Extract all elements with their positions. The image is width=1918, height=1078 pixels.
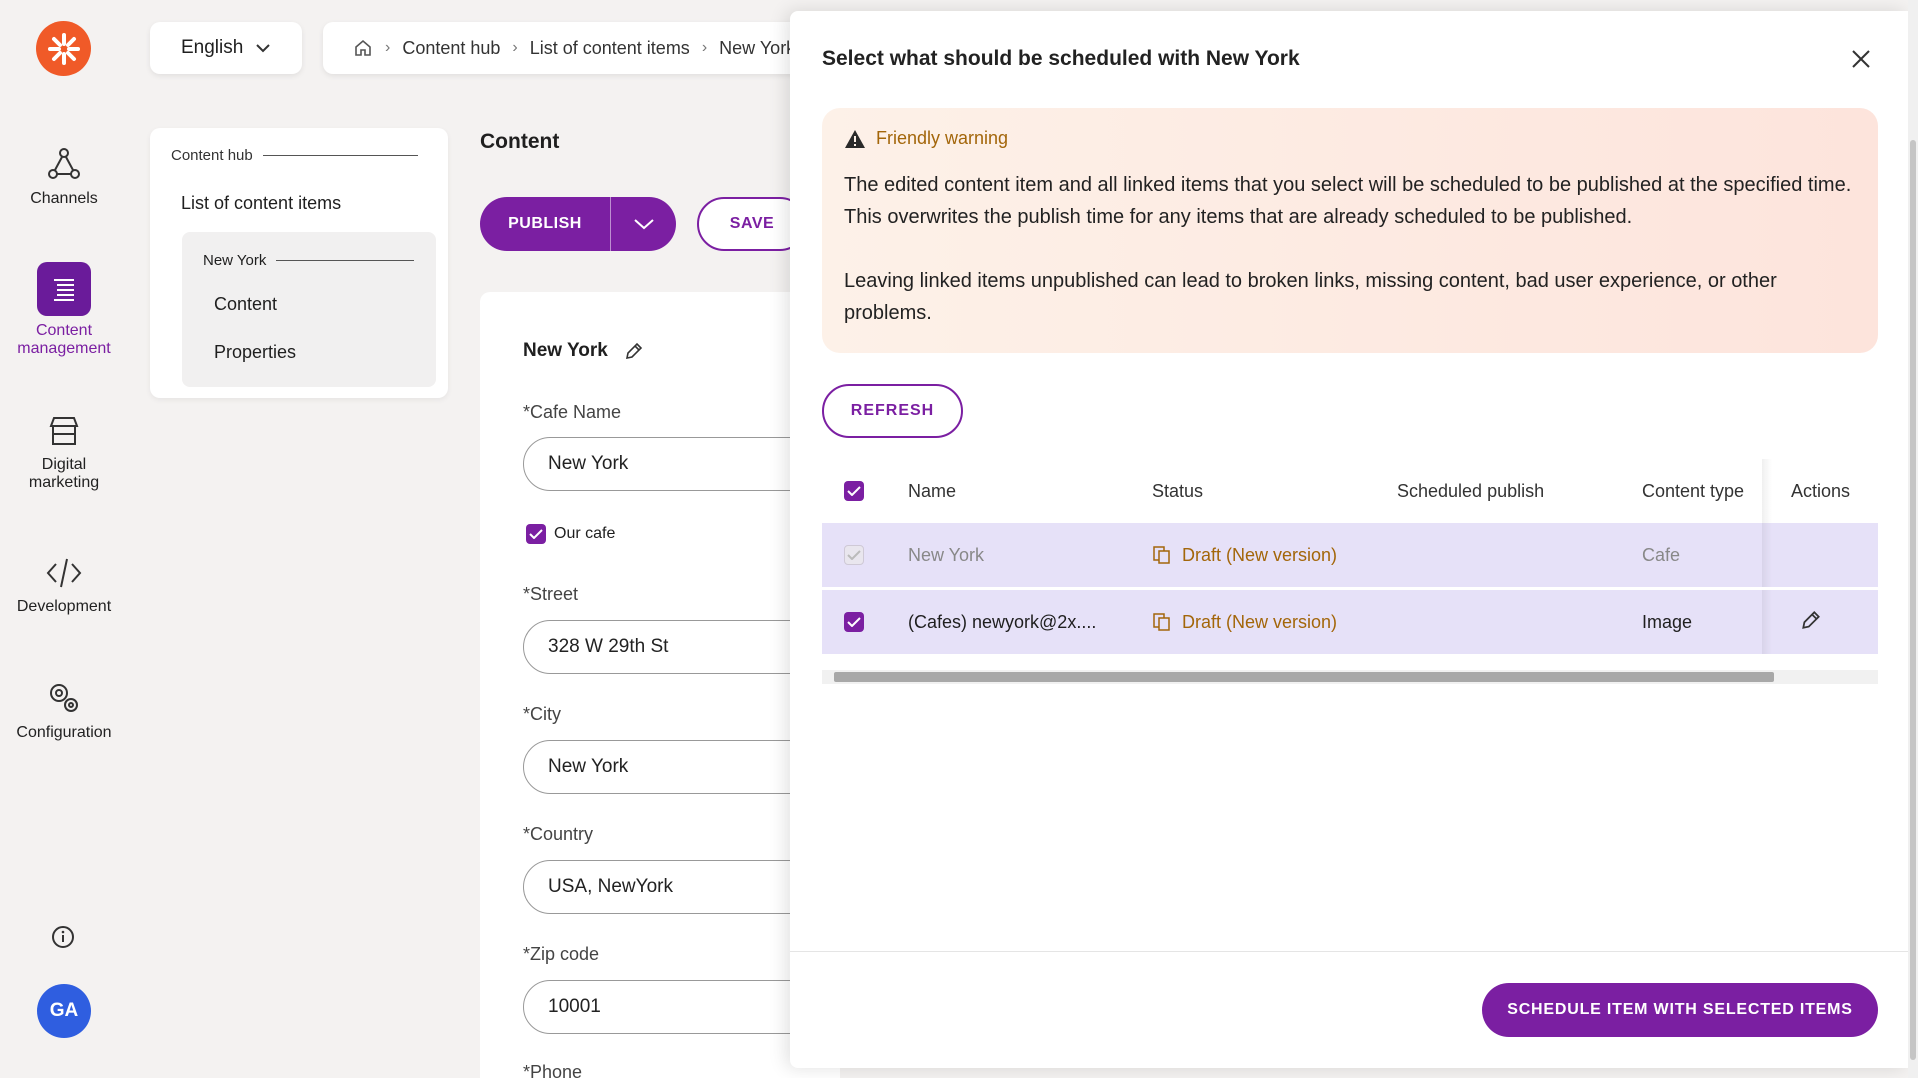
zip-label: *Zip code <box>523 944 600 964</box>
channels-icon <box>48 148 80 179</box>
chevron-down-icon <box>256 44 271 53</box>
checkbox-checked-icon <box>526 524 546 544</box>
nav-configuration-label: Configuration <box>16 724 112 741</box>
column-content-type[interactable]: Content type <box>1642 481 1744 502</box>
row-status: Draft (New version) <box>1152 545 1337 566</box>
edit-icon[interactable] <box>624 341 644 361</box>
nav-channels-label: Channels <box>30 190 98 207</box>
content-management-icon <box>37 262 91 316</box>
publish-label: PUBLISH <box>508 215 582 232</box>
row-status-label: Draft (New version) <box>1182 544 1338 565</box>
table-row: New York Draft (New version) Cafe <box>822 523 1878 587</box>
row-checkbox-disabled <box>844 545 864 565</box>
phone-label: *Phone <box>523 1062 583 1078</box>
warning-title: Friendly warning <box>876 128 1009 148</box>
language-label: English <box>181 37 244 58</box>
info-icon[interactable] <box>51 925 75 954</box>
page-title: Content <box>480 130 560 153</box>
breadcrumb: › Content hub › List of content items › … <box>323 22 823 74</box>
page-scrollbar-thumb[interactable] <box>1910 140 1916 1060</box>
dialog-title: Select what should be scheduled with New… <box>822 47 1300 70</box>
tree-hub-label: Content hub <box>171 147 253 164</box>
warning-icon <box>845 129 865 148</box>
chevron-right-icon: › <box>512 39 518 56</box>
tree-item[interactable]: New York <box>203 252 415 269</box>
page-scrollbar[interactable] <box>1908 0 1918 1078</box>
edit-form: New York *Cafe Name New York Our cafe *S… <box>480 292 863 1078</box>
item-title-label: New York <box>523 340 608 361</box>
warning-text-1: The edited content item and all linked i… <box>844 174 1852 228</box>
home-icon[interactable] <box>353 38 373 58</box>
row-name: New York <box>908 544 985 565</box>
draft-icon <box>1153 546 1170 564</box>
nav-development-label: Development <box>16 598 112 615</box>
close-icon <box>1852 50 1870 68</box>
table-row[interactable]: (Cafes) newyork@2x.... Draft (New versio… <box>822 590 1878 654</box>
our-cafe-checkbox[interactable]: Our cafe <box>526 524 615 544</box>
item-title: New York <box>523 340 644 362</box>
column-actions: Actions <box>1791 480 1851 501</box>
select-all-checkbox[interactable] <box>844 481 864 501</box>
row-content-type: Cafe <box>1642 544 1681 565</box>
column-name[interactable]: Name <box>908 481 956 502</box>
row-status-label: Draft (New version) <box>1182 611 1338 632</box>
language-selector[interactable]: English <box>150 22 302 74</box>
nav-digital-marketing[interactable]: Digital marketing <box>0 414 128 492</box>
scrollbar-thumb[interactable] <box>834 672 1774 682</box>
tree-item-group: New York Content Properties <box>182 232 436 387</box>
tree-list[interactable]: List of content items <box>181 193 341 214</box>
tree-hub[interactable]: Content hub <box>171 147 418 164</box>
schedule-dialog: Select what should be scheduled with New… <box>790 11 1908 1068</box>
nav-content-management-label: Content management <box>17 322 111 357</box>
row-edit-button[interactable] <box>1800 609 1822 636</box>
tree-properties[interactable]: Properties <box>214 342 296 363</box>
nav-digital-marketing-label: Digital marketing <box>28 456 100 491</box>
chevron-right-icon: › <box>701 39 708 56</box>
warning-callout: Friendly warning The edited content item… <box>822 108 1878 353</box>
row-status: Draft (New version) <box>1152 612 1337 633</box>
chevron-right-icon: › <box>385 39 391 56</box>
our-cafe-label: Our cafe <box>554 525 616 542</box>
code-icon <box>46 558 82 588</box>
logo-icon <box>47 32 80 65</box>
nav-development[interactable]: Development <box>0 556 128 616</box>
content-tree: Content hub List of content items New Yo… <box>150 128 448 398</box>
row-content-type: Image <box>1642 611 1693 632</box>
nav-channels[interactable]: Channels <box>0 146 128 208</box>
column-scheduled[interactable]: Scheduled publish <box>1397 481 1544 502</box>
warning-text-2: Leaving linked items unpublished can lea… <box>844 270 1777 324</box>
street-label: *Street <box>523 584 579 604</box>
tree-content[interactable]: Content <box>214 294 277 315</box>
horizontal-scrollbar[interactable] <box>822 670 1878 684</box>
edit-icon <box>1802 610 1820 629</box>
country-label: *Country <box>523 824 594 844</box>
storefront-icon <box>49 417 79 445</box>
table-header: Name Status Scheduled publish Content ty… <box>822 459 1878 523</box>
nav-content-management[interactable]: Content management <box>0 262 128 358</box>
city-label: *City <box>523 704 562 724</box>
tree-item-label: New York <box>203 252 267 269</box>
nav-configuration[interactable]: Configuration <box>0 680 128 742</box>
draft-icon <box>1153 613 1170 631</box>
publish-dropdown[interactable] <box>610 197 676 251</box>
row-checkbox[interactable] <box>844 612 864 632</box>
warning-header: Friendly warning <box>844 128 1856 149</box>
breadcrumb-list[interactable]: List of content items <box>530 38 690 59</box>
nav-rail: Channels Content management Digital mark… <box>0 0 128 1078</box>
footer-divider <box>790 951 1908 952</box>
row-name: (Cafes) newyork@2x.... <box>908 611 1097 632</box>
breadcrumb-content-hub[interactable]: Content hub <box>402 38 500 59</box>
breadcrumb-current: New York <box>719 37 796 58</box>
gears-icon <box>50 684 78 712</box>
app-logo[interactable] <box>36 21 91 76</box>
cafe-name-label: *Cafe Name <box>523 402 622 422</box>
column-status[interactable]: Status <box>1152 481 1203 502</box>
chevron-down-icon <box>633 219 654 230</box>
refresh-button[interactable]: REFRESH <box>822 384 963 438</box>
publish-button[interactable]: PUBLISH <box>480 197 676 251</box>
linked-items-table: Name Status Scheduled publish Content ty… <box>822 459 1878 684</box>
close-button[interactable] <box>1846 44 1876 74</box>
schedule-button[interactable]: SCHEDULE ITEM WITH SELECTED ITEMS <box>1482 983 1878 1037</box>
user-avatar[interactable]: GA <box>37 984 91 1038</box>
